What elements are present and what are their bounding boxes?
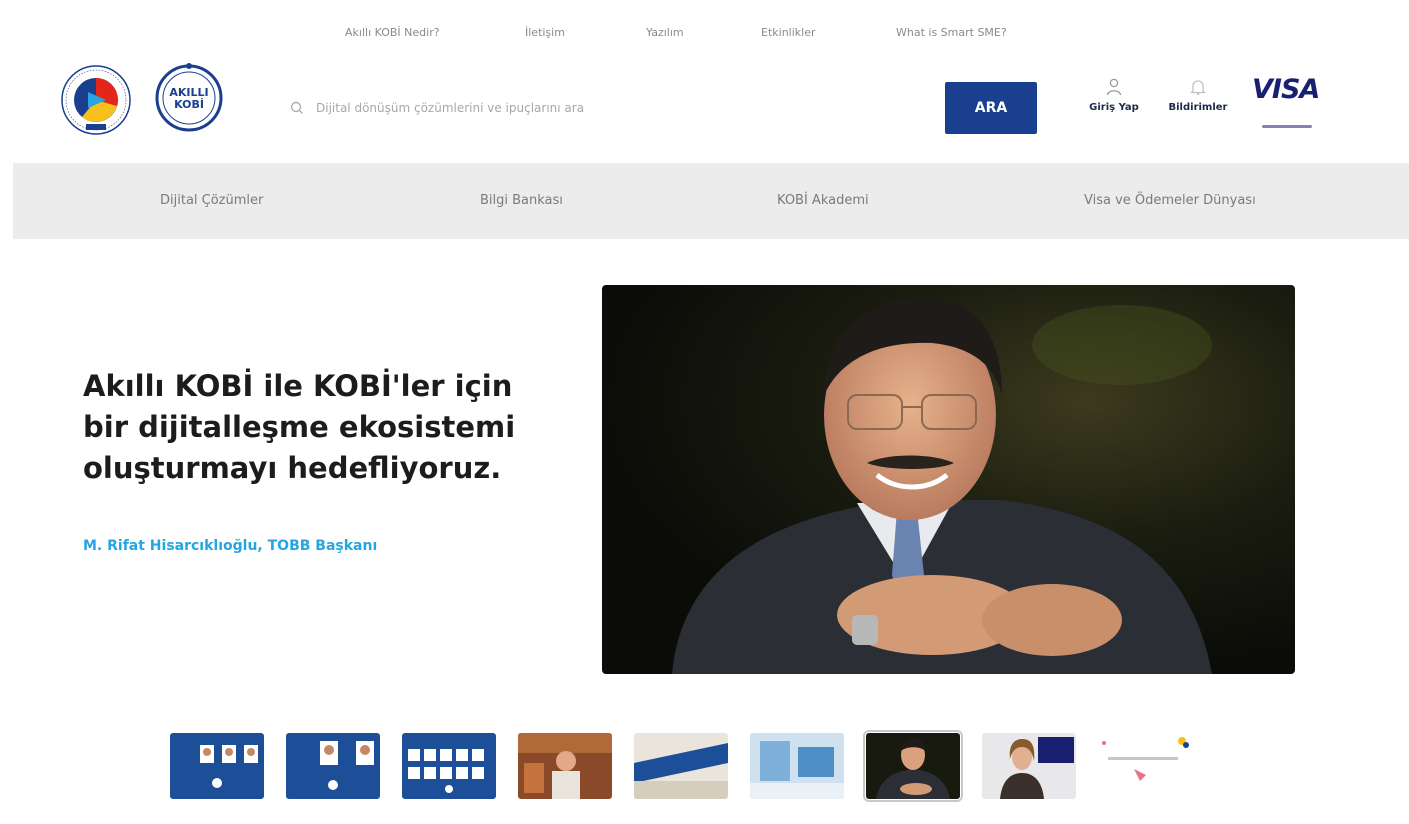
toplink-iletisim[interactable]: İletişim — [525, 26, 565, 39]
user-icon — [1106, 78, 1122, 96]
hero-image — [602, 285, 1295, 674]
search-button[interactable]: ARA — [945, 82, 1037, 134]
akilli-logo-line2: KOBİ — [174, 97, 204, 111]
toplink-what-is-smart-sme[interactable]: What is Smart SME? — [896, 26, 1007, 39]
nav-visa-odemeler[interactable]: Visa ve Ödemeler Dünyası — [1084, 193, 1256, 208]
main-nav: Dijital Çözümler Bilgi Bankası KOBİ Akad… — [13, 163, 1409, 239]
search-box — [290, 90, 850, 126]
thumbnail-7[interactable] — [863, 730, 963, 802]
toplink-akilli-kobi-nedir[interactable]: Akıllı KOBİ Nedir? — [345, 26, 440, 39]
nav-dijital-cozumler[interactable]: Dijital Çözümler — [160, 193, 263, 208]
nav-bilgi-bankasi[interactable]: Bilgi Bankası — [480, 193, 563, 208]
hero-title: Akıllı KOBİ ile KOBİ'ler için bir dijita… — [83, 369, 516, 485]
bell-icon — [1190, 80, 1206, 96]
thumbnail-1[interactable] — [170, 733, 264, 799]
thumbnail-8[interactable] — [982, 733, 1076, 799]
login-label: Giriş Yap — [1089, 102, 1139, 113]
akilli-kobi-logo[interactable]: AKILLI KOBİ — [153, 62, 225, 150]
thumbnail-5[interactable] — [634, 733, 728, 799]
visa-sub-mark — [1262, 124, 1312, 132]
thumbnail-2[interactable] — [286, 733, 380, 799]
nav-kobi-akademi[interactable]: KOBİ Akademi — [777, 193, 869, 208]
toplink-yazilim[interactable]: Yazılım — [646, 26, 684, 39]
search-input[interactable] — [316, 93, 850, 123]
thumbnail-4[interactable] — [518, 733, 612, 799]
notifications-button[interactable]: Bildirimler — [1163, 78, 1233, 113]
top-links: Akıllı KOBİ Nedir? İletişim Yazılım Etki… — [0, 26, 1409, 44]
notifications-label: Bildirimler — [1168, 102, 1228, 113]
thumbnail-6[interactable] — [750, 733, 844, 799]
thumbnail-3[interactable] — [402, 733, 496, 799]
hero-author: M. Rifat Hisarcıklıoğlu, TOBB Başkanı — [83, 538, 378, 554]
thumbnail-strip — [0, 730, 1409, 803]
tobb-logo[interactable] — [60, 64, 132, 136]
thumbnail-9[interactable] — [1098, 733, 1192, 799]
visa-logo[interactable]: VISA — [1252, 74, 1320, 105]
login-button[interactable]: Giriş Yap — [1079, 78, 1149, 113]
search-icon — [290, 101, 303, 114]
toplink-etkinlikler[interactable]: Etkinlikler — [761, 26, 816, 39]
